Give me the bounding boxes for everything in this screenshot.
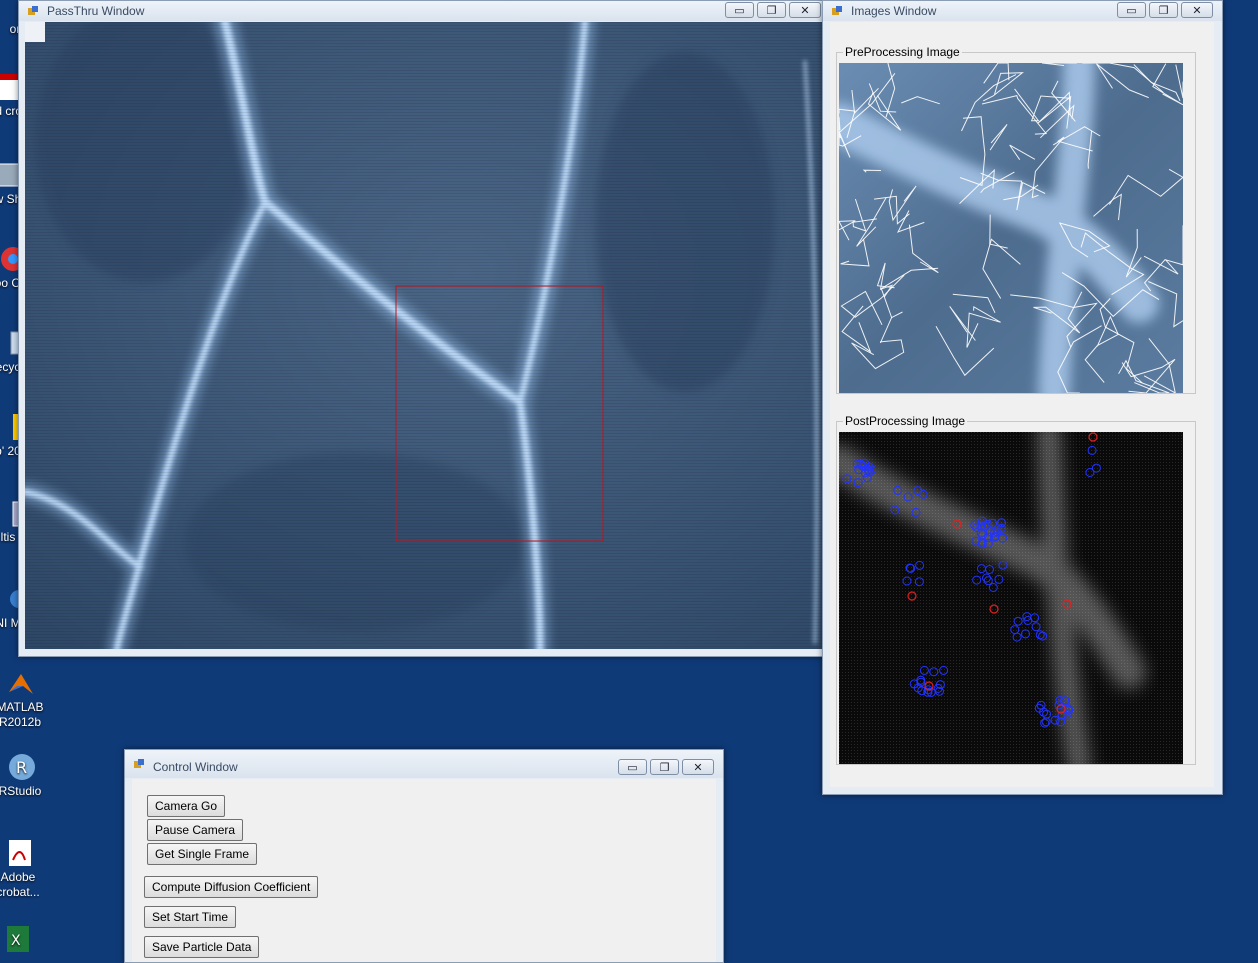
postprocessing-image [839,432,1183,764]
restore-button[interactable]: ❐ [1149,2,1178,18]
title-bar[interactable]: Images Window ▭ ❐ ✕ [823,1,1222,21]
app-window-icon [134,759,144,768]
excel-icon: X [7,926,29,952]
control-client-area: Camera Go Pause Camera Get Single Frame … [132,779,716,962]
svg-text:R: R [16,758,27,777]
preprocessing-group: PreProcessing Image [836,45,1196,394]
camera-image [25,22,823,649]
pause-camera-button[interactable]: Pause Camera [147,819,244,841]
minimize-button[interactable]: ▭ [618,759,647,775]
desktop-icon-excel[interactable]: X [0,924,46,956]
preprocessing-image [839,63,1183,393]
passthru-window[interactable]: PassThru Window ▭ ❐ ✕ [18,0,831,657]
compute-diffusion-coefficient-button[interactable]: Compute Diffusion Coefficient [144,876,319,898]
preprocessing-label: PreProcessing Image [843,45,962,59]
close-button[interactable]: ✕ [789,2,821,18]
app-window-icon [28,6,38,15]
window-title: Images Window [851,4,937,18]
postprocessing-label: PostProcessing Image [843,414,968,428]
minimize-button[interactable]: ▭ [725,2,754,18]
window-title: PassThru Window [47,4,145,18]
title-bar[interactable]: Control Window ▭ ❐ ✕ [125,750,723,778]
desktop-icon-adobe-acrobat-2[interactable]: Adobe crobat... [0,838,48,900]
window-title: Control Window [153,760,238,774]
title-bar[interactable]: PassThru Window ▭ ❐ ✕ [19,1,830,21]
desktop-icon-label: RStudio [0,784,42,798]
control-window[interactable]: Control Window ▭ ❐ ✕ Camera Go Pause Cam… [124,749,724,963]
postprocessing-group: PostProcessing Image [836,414,1196,765]
desktop-icon-label: MATLAB R2012b [0,700,44,729]
desktop-icon-label: Adobe crobat... [0,870,40,899]
rstudio-icon: R [9,754,35,780]
matlab-icon [9,674,33,694]
desktop-icon-label: ltis [0,530,16,544]
images-window[interactable]: Images Window ▭ ❐ ✕ PreProcessing Image [822,0,1223,795]
restore-button[interactable]: ❐ [650,759,679,775]
app-window-icon [832,6,842,15]
close-button[interactable]: ✕ [682,759,714,775]
close-button[interactable]: ✕ [1181,2,1213,18]
save-particle-data-button[interactable]: Save Particle Data [144,936,260,958]
set-start-time-button[interactable]: Set Start Time [144,906,237,928]
pdf-icon [9,840,31,866]
restore-button[interactable]: ❐ [757,2,786,18]
images-client-area: PreProcessing Image PostProcessing Image [830,22,1214,787]
minimize-button[interactable]: ▭ [1117,2,1146,18]
desktop-icon-matlab[interactable]: MATLAB R2012b [0,668,50,730]
svg-text:X: X [11,933,21,949]
get-single-frame-button[interactable]: Get Single Frame [147,843,258,865]
camera-feed[interactable] [25,22,823,649]
desktop-icon-rstudio[interactable]: R RStudio [0,752,50,799]
camera-go-button[interactable]: Camera Go [147,795,226,817]
